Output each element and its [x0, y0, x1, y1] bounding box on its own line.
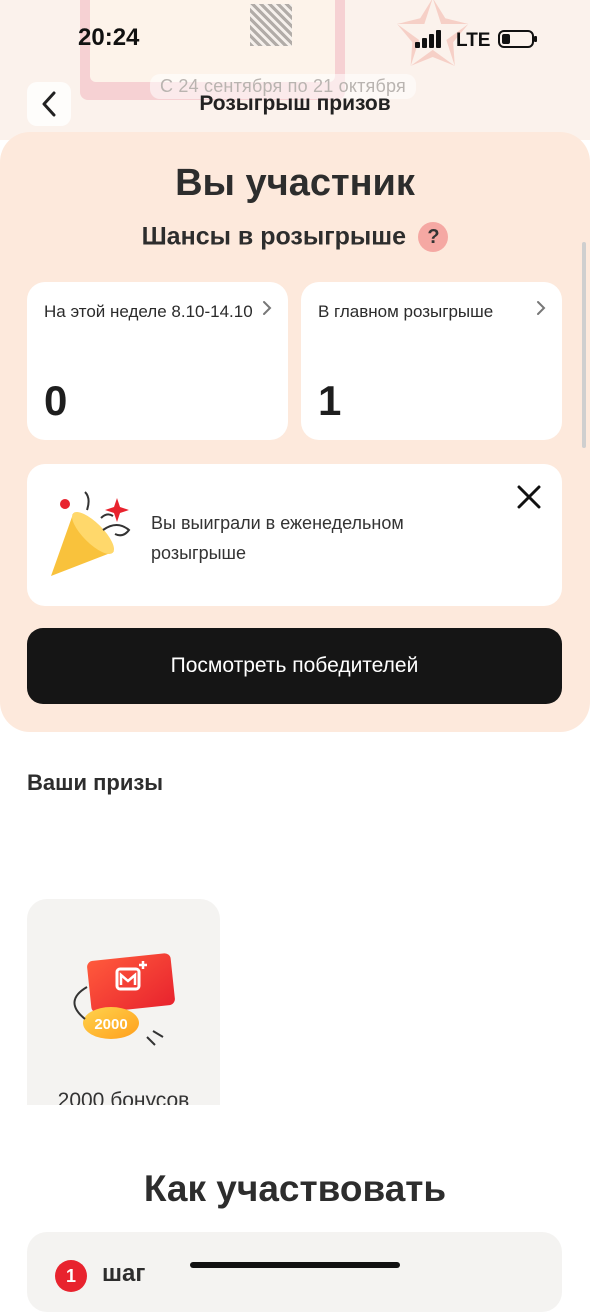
- home-indicator[interactable]: [190, 1262, 400, 1268]
- hero-banner: ✩ С 24 сентября по 21 октября: [0, 0, 590, 140]
- win-message: Вы выиграли в еженедельном розыгрыше: [151, 513, 404, 563]
- step-number-badge: 1: [55, 1260, 87, 1292]
- status-bar: 20:24 LTE: [0, 22, 590, 58]
- page-title: Розыгрыш призов: [199, 92, 391, 115]
- chevron-right-icon: [262, 300, 272, 321]
- chevron-right-icon: [536, 300, 546, 321]
- main-draw-chances-card[interactable]: В главном розыгрыше 1: [301, 282, 562, 440]
- party-popper-icon: [51, 491, 131, 576]
- bonus-amount-badge: 2000: [94, 1016, 127, 1033]
- network-type: LTE: [456, 30, 491, 51]
- close-button[interactable]: [514, 482, 544, 512]
- signal-icon: [415, 30, 447, 48]
- main-draw-chances-label: В главном розыгрыше: [318, 302, 494, 321]
- step-label: шаг: [102, 1260, 146, 1287]
- prize-card[interactable]: 2000 2000 бонусов: [27, 899, 220, 1105]
- bonus-card-icon: 2000: [73, 953, 175, 1046]
- weekly-chances-card[interactable]: На этой неделе 8.10-14.10 0: [27, 282, 288, 440]
- how-to-participate-title: Как участвовать: [143, 1168, 447, 1209]
- weekly-chances-value: 0: [44, 377, 68, 424]
- close-icon: [517, 485, 541, 509]
- participant-panel: Вы участник Шансы в розыгрыше ? На этой …: [0, 132, 590, 732]
- chances-title: Шансы в розыгрыше: [141, 222, 406, 251]
- weekly-chances-label: На этой неделе 8.10-14.10: [44, 302, 253, 321]
- participant-status-title: Вы участник: [175, 162, 415, 204]
- main-draw-chances-value: 1: [318, 377, 342, 424]
- battery-icon: [498, 30, 537, 48]
- prizes-title: Ваши призы: [27, 770, 164, 795]
- question-icon[interactable]: ?: [418, 222, 449, 252]
- step-card: 1 шаг: [27, 1232, 562, 1312]
- view-winners-button[interactable]: Посмотреть победителей: [27, 628, 562, 704]
- scrollbar[interactable]: [582, 242, 586, 448]
- chances-header: Шансы в розыгрыше ?: [0, 222, 590, 252]
- prize-label: 2000 бонусов: [57, 1089, 190, 1105]
- win-notification: Вы выиграли в еженедельном розыгрыше: [27, 464, 562, 606]
- status-time: 20:24: [78, 24, 140, 51]
